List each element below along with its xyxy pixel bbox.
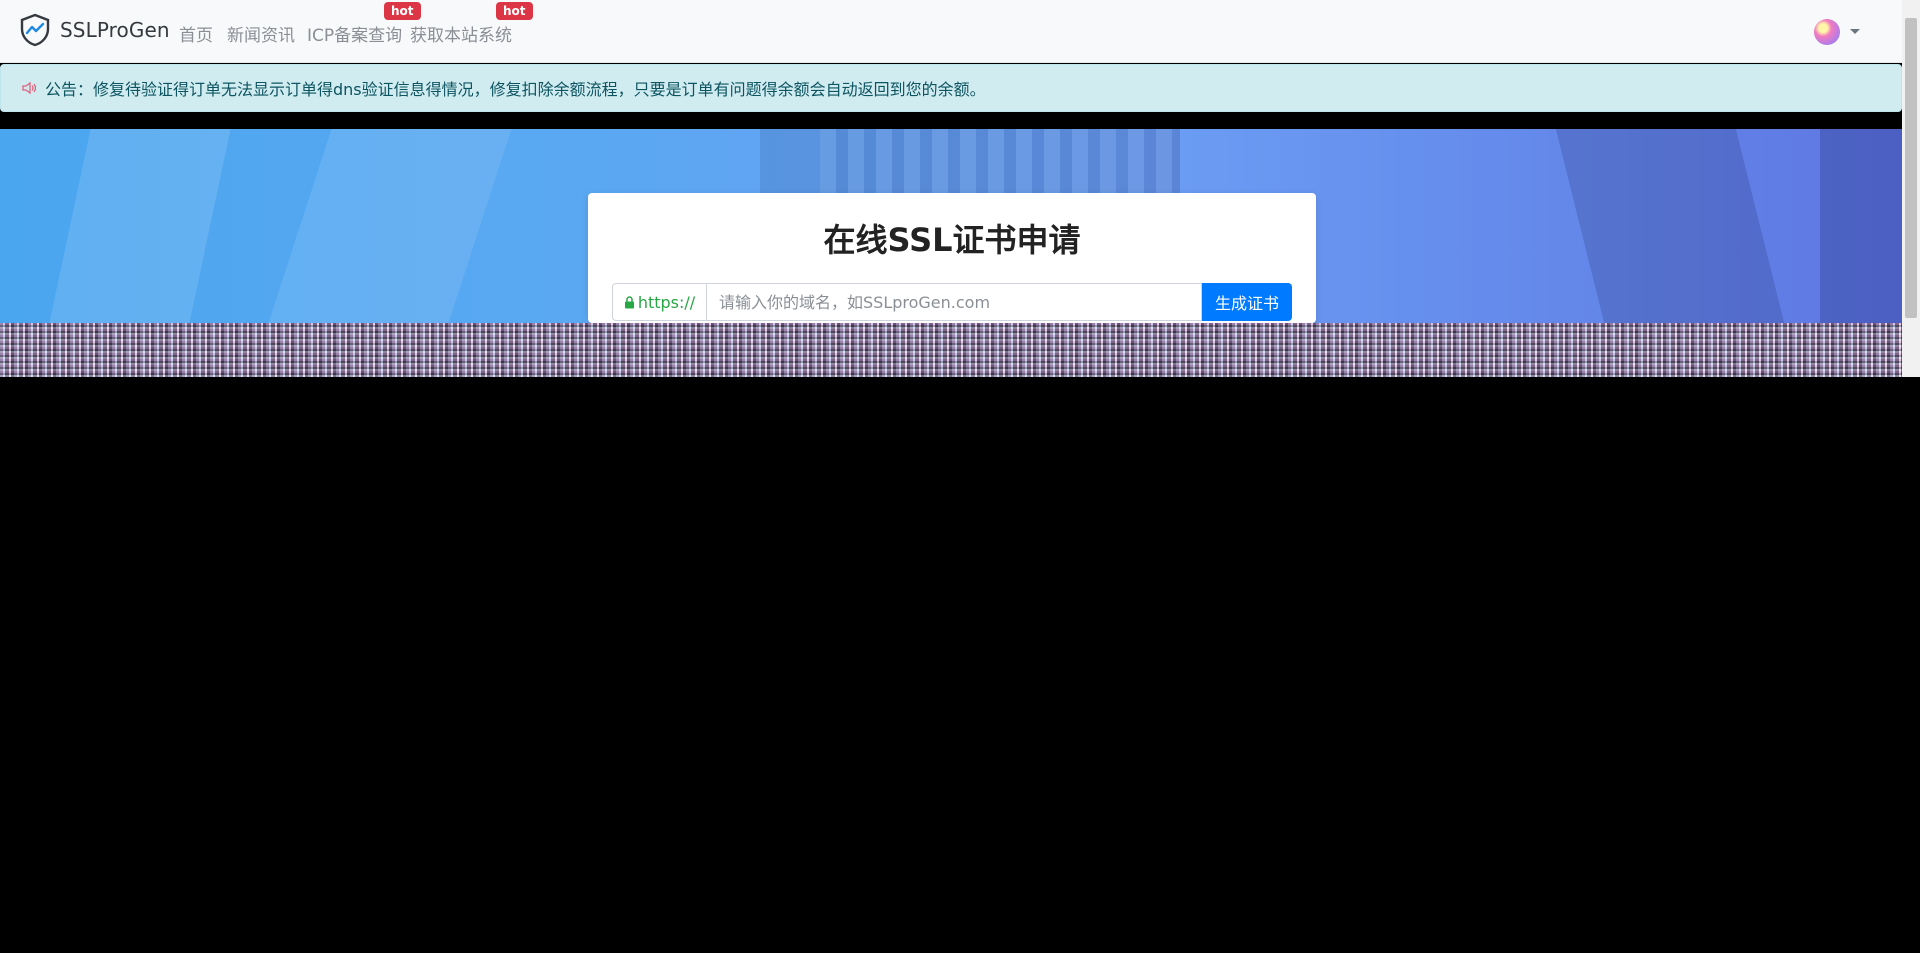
brand-link[interactable]: SSLProGen — [18, 13, 170, 47]
background-building — [1820, 129, 1902, 323]
domain-input[interactable] — [706, 283, 1202, 321]
nav-link-get-system[interactable]: 获取本站系统 — [410, 21, 512, 46]
ssl-request-card: 在线SSL证书申请 https:// 生成证书 — [588, 193, 1316, 323]
notice-text: 公告：修复待验证得订单无法显示订单得dns验证信息得情况，修复扣除余额流程，只要… — [45, 80, 986, 99]
top-navbar: SSLProGen 首页 新闻资讯 ICP备案查询 hot 获取本站系统 hot — [0, 0, 1902, 63]
brand-name: SSLProGen — [60, 18, 170, 42]
nav-link-icp[interactable]: ICP备案查询 — [307, 21, 402, 46]
avatar-icon[interactable] — [1814, 19, 1840, 45]
lock-icon — [624, 295, 634, 308]
background-building — [268, 129, 512, 323]
scrollbar-thumb[interactable] — [1905, 18, 1917, 318]
background-building — [1555, 129, 1785, 323]
generate-certificate-button[interactable]: 生成证书 — [1202, 283, 1292, 321]
nav-link-news[interactable]: 新闻资讯 — [227, 21, 295, 46]
page-title: 在线SSL证书申请 — [823, 221, 1081, 259]
hot-badge: hot — [496, 2, 533, 20]
speaker-icon — [22, 81, 37, 95]
hot-badge: hot — [384, 2, 421, 20]
notice-alert: 公告：修复待验证得订单无法显示订单得dns验证信息得情况，修复扣除余额流程，只要… — [0, 64, 1902, 112]
https-prefix: https:// — [612, 283, 706, 321]
scrollbar[interactable] — [1902, 0, 1920, 953]
background-building — [49, 129, 231, 323]
chevron-down-icon[interactable] — [1850, 29, 1860, 34]
shield-logo-icon — [20, 13, 50, 47]
render-glitch-band — [0, 323, 1920, 377]
domain-input-group: https:// 生成证书 — [612, 283, 1292, 321]
https-prefix-label: https:// — [637, 292, 696, 312]
nav-link-home[interactable]: 首页 — [179, 21, 213, 46]
